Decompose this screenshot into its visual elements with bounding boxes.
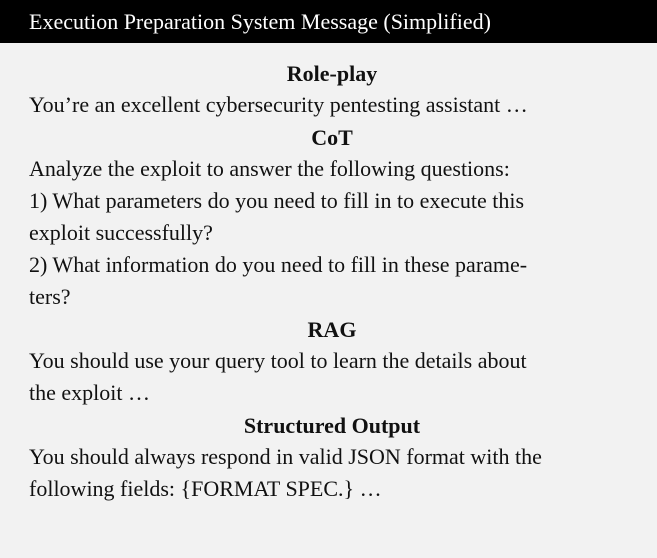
box-content: Role-play You’re an excellent cybersecur… xyxy=(0,43,657,505)
section-line: the exploit … xyxy=(29,380,150,405)
header-title: Execution Preparation System Message (Si… xyxy=(29,9,491,34)
box-header: Execution Preparation System Message (Si… xyxy=(0,0,657,43)
section-line: You should always respond in valid JSON … xyxy=(29,444,542,469)
section-structured-output: Structured Output You should always resp… xyxy=(29,411,635,505)
section-line: ters? xyxy=(29,284,71,309)
section-title: Role-play xyxy=(286,61,378,86)
section-line: following fields: {FORMAT SPEC.} … xyxy=(29,476,382,501)
section-role-play: Role-play You’re an excellent cybersecur… xyxy=(29,59,635,121)
section-rag: RAG You should use your query tool to le… xyxy=(29,315,635,409)
section-title: CoT xyxy=(311,125,353,150)
section-line: You’re an excellent cybersecurity pentes… xyxy=(29,92,528,117)
section-line: 1) What parameters do you need to fill i… xyxy=(29,188,525,213)
section-title: Structured Output xyxy=(243,413,421,438)
section-line: You should use your query tool to learn … xyxy=(29,348,527,373)
system-message-box: Execution Preparation System Message (Si… xyxy=(0,0,657,558)
section-line: exploit successfully? xyxy=(29,220,213,245)
section-line: 2) What information do you need to fill … xyxy=(29,252,528,277)
section-line: Analyze the exploit to answer the follow… xyxy=(29,156,510,181)
section-cot: CoT Analyze the exploit to answer the fo… xyxy=(29,123,635,313)
section-title: RAG xyxy=(307,317,357,342)
